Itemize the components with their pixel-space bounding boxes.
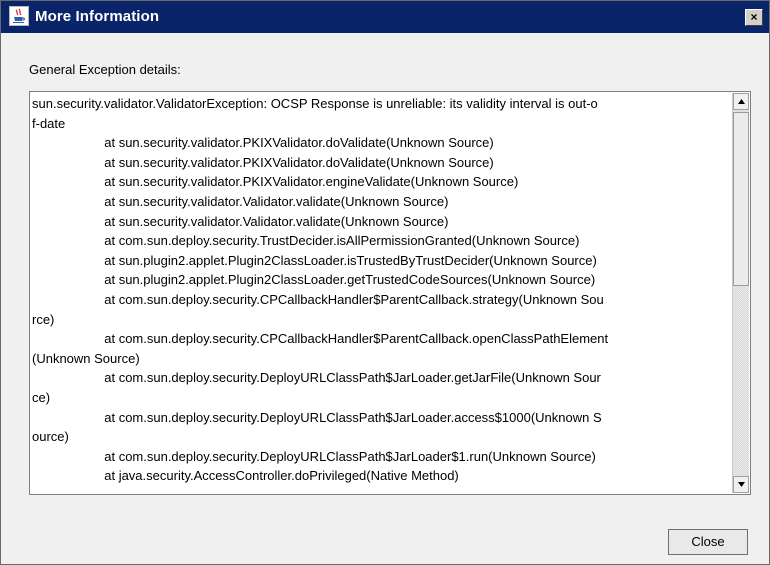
exception-line: at com.sun.deploy.security.CPCallbackHan… bbox=[32, 291, 604, 307]
close-button[interactable]: Close bbox=[668, 529, 748, 555]
exception-line: at java.security.AccessController.doPriv… bbox=[32, 468, 459, 484]
exception-line: at sun.security.validator.Validator.vali… bbox=[32, 193, 449, 209]
exception-line: (Unknown Source) bbox=[32, 350, 140, 366]
exception-line: at com.sun.deploy.security.TrustDecider.… bbox=[32, 233, 580, 249]
exception-text: sun.security.validator.ValidatorExceptio… bbox=[32, 94, 724, 486]
scroll-down-button[interactable] bbox=[733, 476, 749, 493]
exception-details-label: General Exception details: bbox=[29, 62, 181, 77]
exception-line: sun.security.validator.ValidatorExceptio… bbox=[32, 96, 598, 111]
exception-details-textarea[interactable]: sun.security.validator.ValidatorExceptio… bbox=[29, 91, 751, 495]
more-information-dialog: More Information × General Exception det… bbox=[0, 0, 770, 565]
exception-line: at com.sun.deploy.security.DeployURLClas… bbox=[32, 448, 596, 464]
close-icon[interactable]: × bbox=[745, 9, 763, 26]
exception-line: at sun.security.validator.PKIXValidator.… bbox=[32, 174, 519, 190]
exception-line: ource) bbox=[32, 429, 69, 445]
exception-line: at sun.security.validator.PKIXValidator.… bbox=[32, 154, 494, 170]
scroll-up-button[interactable] bbox=[733, 93, 749, 110]
exception-line: at sun.security.validator.Validator.vali… bbox=[32, 213, 449, 229]
title-bar[interactable]: More Information × bbox=[1, 1, 769, 33]
exception-line: at sun.plugin2.applet.Plugin2ClassLoader… bbox=[32, 252, 597, 268]
dialog-title: More Information bbox=[35, 8, 160, 25]
exception-line: f-date bbox=[32, 115, 66, 131]
arrow-up-icon bbox=[738, 99, 745, 104]
exception-line: at sun.plugin2.applet.Plugin2ClassLoader… bbox=[32, 272, 596, 288]
exception-line: at com.sun.deploy.security.CPCallbackHan… bbox=[32, 331, 609, 347]
exception-line: ce) bbox=[32, 389, 51, 405]
exception-line: at com.sun.deploy.security.DeployURLClas… bbox=[32, 370, 601, 386]
exception-line: at com.sun.deploy.security.DeployURLClas… bbox=[32, 409, 602, 425]
arrow-down-icon bbox=[738, 482, 745, 487]
exception-line: rce) bbox=[32, 311, 55, 327]
java-app-icon bbox=[9, 6, 29, 26]
scroll-thumb[interactable] bbox=[733, 112, 749, 286]
vertical-scrollbar[interactable] bbox=[732, 93, 749, 493]
exception-line: at sun.security.validator.PKIXValidator.… bbox=[32, 135, 494, 151]
